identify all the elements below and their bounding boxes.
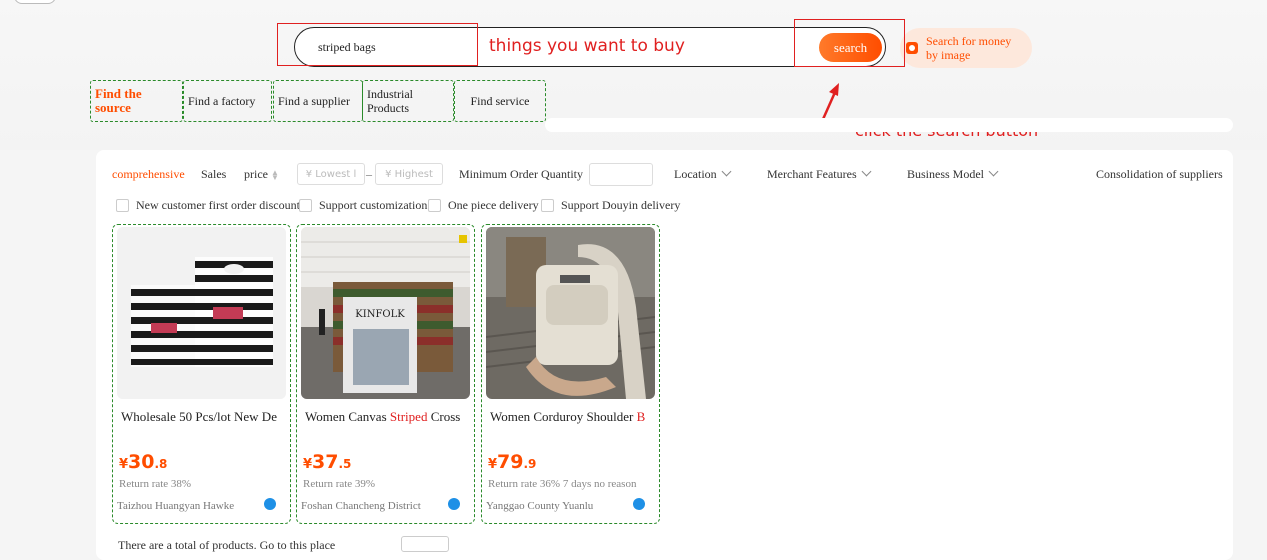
- image-search-button[interactable]: Search for money by image: [900, 28, 1032, 68]
- chat-icon[interactable]: [448, 498, 460, 510]
- results-count-text: There are a total of products. Go to thi…: [118, 538, 336, 552]
- product-price: ¥30.8: [119, 451, 168, 473]
- annotation-hint-text: things you want to buy: [489, 36, 685, 56]
- product-card[interactable]: Women Corduroy Shoulder B ¥79.9 Return r…: [481, 224, 660, 524]
- filter-merchant-features[interactable]: Merchant Features: [767, 166, 872, 182]
- product-supplier[interactable]: Foshan Chancheng District: [301, 500, 421, 512]
- product-card[interactable]: KINFOLK Women Canvas Striped Cross ¥37.5…: [296, 224, 475, 524]
- checkbox-label: Support customization: [319, 198, 428, 212]
- filter-consolidation-of-suppliers[interactable]: Consolidation of suppliers: [1096, 167, 1223, 182]
- product-price: ¥37.5: [303, 451, 352, 473]
- filter-business-model[interactable]: Business Model: [907, 166, 999, 182]
- chevron-down-icon: [861, 166, 872, 177]
- product-return-rate: Return rate 36% 7 days no reason: [488, 478, 637, 490]
- product-supplier[interactable]: Yanggao County Yuanlu: [486, 500, 593, 512]
- checkbox-box[interactable]: [116, 199, 129, 212]
- product-return-rate: Return rate 39%: [303, 478, 376, 490]
- checkbox-label: One piece delivery: [448, 198, 539, 212]
- page-jump-input[interactable]: [401, 536, 449, 552]
- filter-business-model-label: Business Model: [907, 167, 985, 181]
- top-left-pill[interactable]: [14, 0, 56, 4]
- tab-industrial-products[interactable]: Industrial Products: [362, 80, 454, 122]
- tab-find-the-source[interactable]: Find the source: [90, 80, 183, 122]
- annotation-search-input-box: [277, 23, 478, 66]
- filter-location-label: Location: [674, 167, 717, 181]
- product-image[interactable]: [486, 227, 655, 399]
- product-image[interactable]: KINFOLK: [301, 227, 470, 399]
- product-image-text: KINFOLK: [355, 309, 405, 320]
- filter-merchant-features-label: Merchant Features: [767, 167, 857, 181]
- camera-icon: [906, 42, 918, 54]
- filter-location[interactable]: Location: [674, 166, 732, 182]
- price-range-dash: –: [366, 167, 372, 181]
- checkbox-box[interactable]: [299, 199, 312, 212]
- checkbox-one-piece-delivery[interactable]: One piece delivery: [428, 198, 539, 213]
- product-supplier[interactable]: Taizhou Huangyan Hawke: [117, 500, 234, 512]
- chevron-down-icon: [721, 166, 732, 177]
- product-title[interactable]: Women Corduroy Shoulder B: [490, 409, 650, 425]
- product-price: ¥79.9: [488, 451, 537, 473]
- checkbox-label: New customer first order discount: [136, 198, 300, 212]
- checkbox-label: Support Douyin delivery: [561, 198, 681, 212]
- product-card[interactable]: Wholesale 50 Pcs/lot New De ¥30.8 Return…: [112, 224, 291, 524]
- checkbox-support-customization[interactable]: Support customization: [299, 198, 427, 213]
- tab-underline-bar: [545, 118, 1233, 132]
- product-image[interactable]: [117, 227, 286, 399]
- filter-comprehensive[interactable]: comprehensive: [112, 167, 185, 182]
- chat-icon[interactable]: [264, 498, 276, 510]
- tab-find-a-factory[interactable]: Find a factory: [183, 80, 272, 122]
- annotation-search-button-box: [794, 19, 905, 67]
- product-title[interactable]: Women Canvas Striped Cross: [305, 409, 465, 425]
- checkbox-douyin-delivery[interactable]: Support Douyin delivery: [541, 198, 680, 213]
- filter-sales[interactable]: Sales: [201, 167, 226, 182]
- checkbox-box[interactable]: [428, 199, 441, 212]
- filter-min-order-label: Minimum Order Quantity: [459, 167, 583, 181]
- tab-find-a-supplier[interactable]: Find a supplier: [273, 80, 363, 122]
- min-order-input[interactable]: [589, 163, 653, 186]
- sort-arrows-icon: ▲ ▼: [270, 168, 279, 183]
- price-highest-input[interactable]: ¥ Highest: [375, 163, 443, 185]
- tab-find-service[interactable]: Find service: [454, 80, 546, 122]
- chevron-down-icon: [988, 166, 999, 177]
- checkbox-new-customer[interactable]: New customer first order discount: [116, 198, 300, 213]
- image-search-label: Search for money by image: [926, 34, 1012, 62]
- chat-icon[interactable]: [633, 498, 645, 510]
- checkbox-box[interactable]: [541, 199, 554, 212]
- price-lowest-input[interactable]: ¥ Lowest l: [297, 163, 365, 185]
- product-title[interactable]: Wholesale 50 Pcs/lot New De: [121, 409, 281, 425]
- filter-price-label: price: [244, 167, 268, 181]
- filter-price[interactable]: price ▲ ▼: [244, 167, 279, 182]
- product-return-rate: Return rate 38%: [119, 478, 192, 490]
